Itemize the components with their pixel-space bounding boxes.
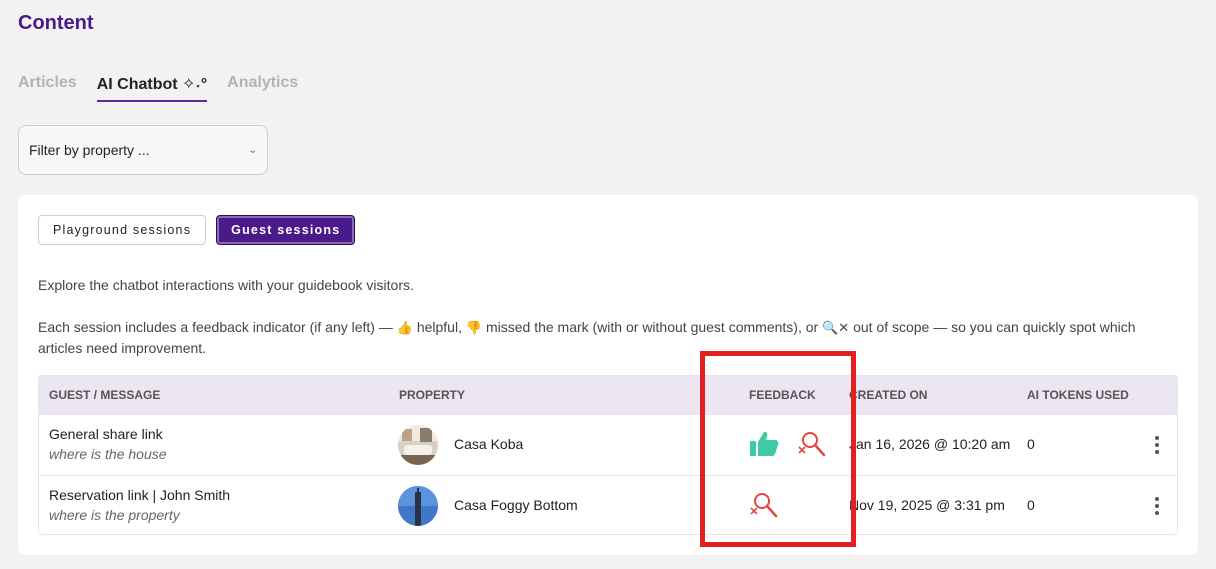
- legend-helpful: helpful,: [416, 319, 462, 335]
- playground-sessions-button[interactable]: Playground sessions: [38, 215, 207, 245]
- table-row[interactable]: Reservation link | John Smith where is t…: [39, 475, 1177, 534]
- header-property: Property: [399, 388, 466, 402]
- intro-text: Explore the chatbot interactions with yo…: [38, 277, 414, 293]
- property-filter-select[interactable]: Filter by property ... ⌄: [18, 125, 268, 175]
- header-tokens: AI Tokens Used: [1027, 388, 1129, 402]
- property-avatar: [398, 486, 438, 526]
- property-name: Casa Koba: [454, 436, 524, 452]
- tokens-used: 0: [1027, 497, 1035, 513]
- header-guest: Guest / Message: [49, 388, 161, 402]
- content-tabs: Articles AI Chatbot ✧˖° Analytics: [18, 74, 298, 102]
- out-of-scope-icon: 🔍✕: [822, 320, 850, 335]
- property-filter-placeholder: Filter by property ...: [29, 142, 150, 158]
- guest-title: Reservation link | John Smith: [49, 487, 231, 503]
- created-on: Jan 16, 2026 @ 10:20 am: [849, 436, 1011, 452]
- feedback-legend: Each session includes a feedback indicat…: [38, 317, 1148, 358]
- chevron-down-icon: ⌄: [248, 144, 257, 156]
- tab-articles[interactable]: Articles: [18, 74, 77, 102]
- created-on: Nov 19, 2025 @ 3:31 pm: [849, 497, 1005, 513]
- thumbs-down-icon: 👎: [465, 320, 483, 335]
- page-title: Content: [18, 12, 94, 34]
- feedback-highlight-box: [700, 351, 856, 547]
- sessions-card: Playground sessions Guest sessions Explo…: [18, 195, 1198, 555]
- guest-sessions-button[interactable]: Guest sessions: [216, 215, 356, 245]
- table-row[interactable]: General share link where is the house Ca…: [39, 414, 1177, 475]
- property-avatar: [398, 425, 438, 465]
- guest-title: General share link: [49, 426, 163, 442]
- row-menu-icon[interactable]: [1151, 434, 1163, 458]
- sessions-table: Guest / Message Property Feedback Create…: [38, 375, 1178, 535]
- tab-ai-chatbot[interactable]: AI Chatbot ✧˖°: [96, 74, 208, 102]
- tab-analytics[interactable]: Analytics: [227, 74, 298, 102]
- legend-text-1: Each session includes a feedback indicat…: [38, 319, 393, 335]
- legend-missed: missed the mark (with or without guest c…: [485, 319, 819, 335]
- guest-message: where is the house: [49, 446, 167, 462]
- thumbs-up-icon: 👍: [396, 320, 413, 335]
- tokens-used: 0: [1027, 436, 1035, 452]
- session-type-toggle: Playground sessions Guest sessions: [38, 215, 356, 245]
- guest-message: where is the property: [49, 507, 180, 523]
- property-name: Casa Foggy Bottom: [454, 497, 578, 513]
- row-menu-icon[interactable]: [1151, 495, 1163, 519]
- header-created: Created On: [849, 388, 928, 402]
- table-header: Guest / Message Property Feedback Create…: [39, 376, 1177, 414]
